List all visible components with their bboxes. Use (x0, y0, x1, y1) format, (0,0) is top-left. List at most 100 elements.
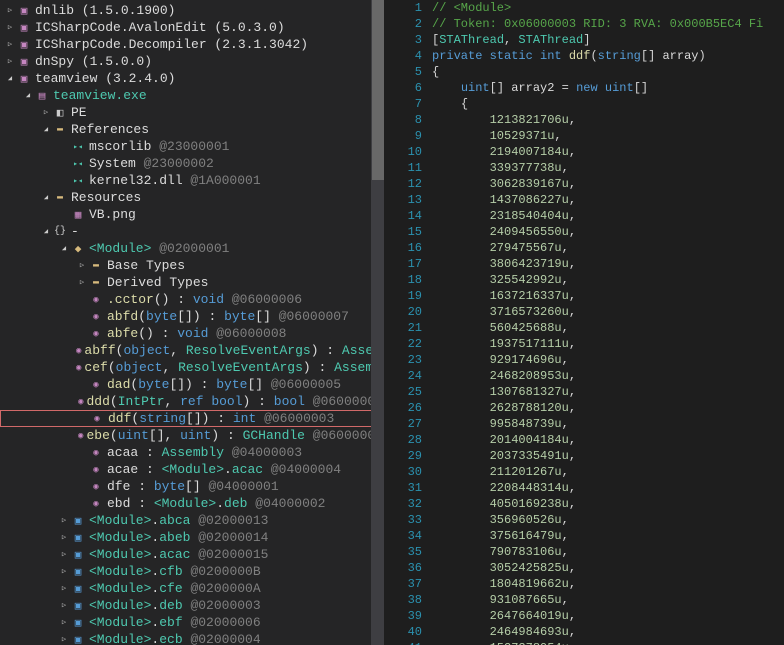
expand-arrow-icon[interactable] (40, 192, 52, 204)
tree-item[interactable]: teamview.exe (0, 87, 383, 104)
code-line[interactable]: 1// <Module> (384, 0, 784, 16)
tree-item[interactable]: ICSharpCode.AvalonEdit (5.0.3.0) (0, 19, 383, 36)
code-line[interactable]: 24 2468208953u, (384, 368, 784, 384)
code-line[interactable]: 18 325542992u, (384, 272, 784, 288)
code-editor[interactable]: 1// <Module>2// Token: 0x06000003 RID: 3… (384, 0, 784, 645)
expand-arrow-icon[interactable] (4, 73, 16, 85)
tree-item[interactable]: .cctor() : void @06000006 (0, 291, 383, 308)
expand-arrow-icon[interactable] (4, 5, 16, 17)
tree-item[interactable]: ebd : <Module>.deb @04000002 (0, 495, 383, 512)
expand-arrow-icon[interactable] (58, 515, 70, 527)
tree-item[interactable]: <Module>.cfb @0200000B (0, 563, 383, 580)
code-line[interactable]: 27 995848739u, (384, 416, 784, 432)
tree-item[interactable]: dfe : byte[] @04000001 (0, 478, 383, 495)
expand-arrow-icon[interactable] (58, 583, 70, 595)
code-line[interactable]: 37 1804819662u, (384, 576, 784, 592)
tree-item[interactable]: <Module>.ecb @02000004 (0, 631, 383, 645)
code-line[interactable]: 26 2628788120u, (384, 400, 784, 416)
code-line[interactable]: 30 211201267u, (384, 464, 784, 480)
tree-item[interactable]: Base Types (0, 257, 383, 274)
code-line[interactable]: 38 931087665u, (384, 592, 784, 608)
expand-arrow-icon[interactable] (76, 260, 88, 272)
tree-item[interactable]: PE (0, 104, 383, 121)
code-line[interactable]: 25 1307681327u, (384, 384, 784, 400)
expand-arrow-icon[interactable] (22, 90, 34, 102)
code-line[interactable]: 23 929174696u, (384, 352, 784, 368)
tree-item[interactable]: teamview (3.2.4.0) (0, 70, 383, 87)
tree-item[interactable]: <Module>.ebf @02000006 (0, 614, 383, 631)
code-line[interactable]: 20 3716573260u, (384, 304, 784, 320)
expand-arrow-icon[interactable] (58, 566, 70, 578)
tree-item[interactable]: ebe(uint[], uint) : GCHandle @06000001 (0, 427, 383, 444)
tree-item[interactable]: cef(object, ResolveEventArgs) : Assembly… (0, 359, 383, 376)
code-line[interactable]: 39 2647664019u, (384, 608, 784, 624)
code-line[interactable]: 10 2194007184u, (384, 144, 784, 160)
code-line[interactable]: 40 2464984693u, (384, 624, 784, 640)
expand-arrow-icon[interactable] (76, 277, 88, 289)
tree-item[interactable]: dad(byte[]) : byte[] @06000005 (0, 376, 383, 393)
assembly-explorer[interactable]: dnlib (1.5.0.1900)ICSharpCode.AvalonEdit… (0, 0, 384, 645)
code-line[interactable]: 33 356960526u, (384, 512, 784, 528)
tree-item[interactable]: mscorlib @23000001 (0, 138, 383, 155)
tree-scrollbar[interactable] (371, 0, 384, 645)
tree-item[interactable]: acaa : Assembly @04000003 (0, 444, 383, 461)
expand-arrow-icon[interactable] (40, 124, 52, 136)
tree-item[interactable]: abff(object, ResolveEventArgs) : Assembl… (0, 342, 383, 359)
code-line[interactable]: 8 1213821706u, (384, 112, 784, 128)
expand-arrow-icon[interactable] (58, 600, 70, 612)
code-line[interactable]: 2// Token: 0x06000003 RID: 3 RVA: 0x000B… (384, 16, 784, 32)
tree-item[interactable]: abfd(byte[]) : byte[] @06000007 (0, 308, 383, 325)
tree-item[interactable]: - (0, 223, 383, 240)
expand-arrow-icon[interactable] (58, 532, 70, 544)
code-line[interactable]: 12 3062839167u, (384, 176, 784, 192)
code-line[interactable]: 6 uint[] array2 = new uint[] (384, 80, 784, 96)
tree-item[interactable]: abfe() : void @06000008 (0, 325, 383, 342)
code-line[interactable]: 7 { (384, 96, 784, 112)
expand-arrow-icon[interactable] (58, 617, 70, 629)
code-line[interactable]: 11 339377738u, (384, 160, 784, 176)
code-line[interactable]: 4private static int ddf(string[] array) (384, 48, 784, 64)
tree-item[interactable]: kernel32.dll @1A000001 (0, 172, 383, 189)
code-line[interactable]: 17 3806423719u, (384, 256, 784, 272)
expand-arrow-icon[interactable] (40, 226, 52, 238)
tree-item[interactable]: System @23000002 (0, 155, 383, 172)
code-line[interactable]: 14 2318540404u, (384, 208, 784, 224)
tree-item[interactable]: Resources (0, 189, 383, 206)
code-line[interactable]: 15 2409456550u, (384, 224, 784, 240)
expand-arrow-icon[interactable] (4, 39, 16, 51)
tree-item[interactable]: ICSharpCode.Decompiler (2.3.1.3042) (0, 36, 383, 53)
code-line[interactable]: 41 1527378954u, (384, 640, 784, 645)
code-line[interactable]: 21 560425688u, (384, 320, 784, 336)
code-line[interactable]: 28 2014004184u, (384, 432, 784, 448)
expand-arrow-icon[interactable] (58, 549, 70, 561)
code-line[interactable]: 35 790783106u, (384, 544, 784, 560)
tree-item[interactable]: <Module>.cfe @0200000A (0, 580, 383, 597)
tree-item[interactable]: VB.png (0, 206, 383, 223)
tree-item[interactable]: <Module>.abca @02000013 (0, 512, 383, 529)
tree-item[interactable]: ddf(string[]) : int @06000003 (0, 410, 383, 427)
code-line[interactable]: 34 375616479u, (384, 528, 784, 544)
expand-arrow-icon[interactable] (4, 56, 16, 68)
code-line[interactable]: 9 10529371u, (384, 128, 784, 144)
code-line[interactable]: 3[STAThread, STAThread] (384, 32, 784, 48)
expand-arrow-icon[interactable] (4, 22, 16, 34)
code-line[interactable]: 22 1937517111u, (384, 336, 784, 352)
expand-arrow-icon[interactable] (58, 243, 70, 255)
tree-item[interactable]: <Module>.abeb @02000014 (0, 529, 383, 546)
code-line[interactable]: 13 1437086227u, (384, 192, 784, 208)
code-line[interactable]: 5{ (384, 64, 784, 80)
tree-item[interactable]: <Module>.acac @02000015 (0, 546, 383, 563)
expand-arrow-icon[interactable] (40, 107, 52, 119)
tree-item[interactable]: dnSpy (1.5.0.0) (0, 53, 383, 70)
tree-item[interactable]: <Module>.deb @02000003 (0, 597, 383, 614)
tree-item[interactable]: <Module> @02000001 (0, 240, 383, 257)
expand-arrow-icon[interactable] (58, 634, 70, 645)
code-line[interactable]: 16 279475567u, (384, 240, 784, 256)
tree-item[interactable]: Derived Types (0, 274, 383, 291)
code-line[interactable]: 32 4050169238u, (384, 496, 784, 512)
code-line[interactable]: 29 2037335491u, (384, 448, 784, 464)
code-line[interactable]: 31 2208448314u, (384, 480, 784, 496)
code-line[interactable]: 19 1637216337u, (384, 288, 784, 304)
tree-item[interactable]: acae : <Module>.acac @04000004 (0, 461, 383, 478)
code-line[interactable]: 36 3052425825u, (384, 560, 784, 576)
